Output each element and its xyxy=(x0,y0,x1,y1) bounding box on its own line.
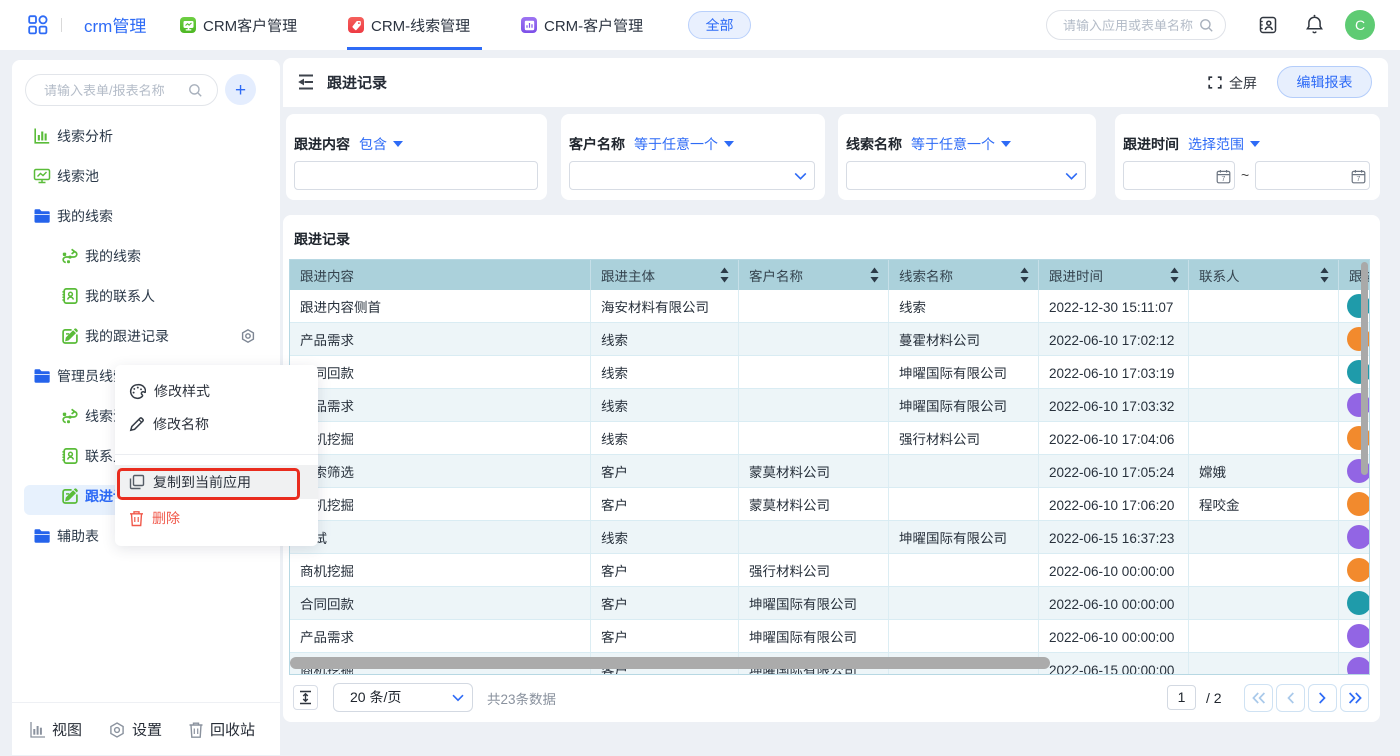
svg-text:7: 7 xyxy=(1357,176,1361,183)
svg-text:7: 7 xyxy=(1222,176,1226,183)
